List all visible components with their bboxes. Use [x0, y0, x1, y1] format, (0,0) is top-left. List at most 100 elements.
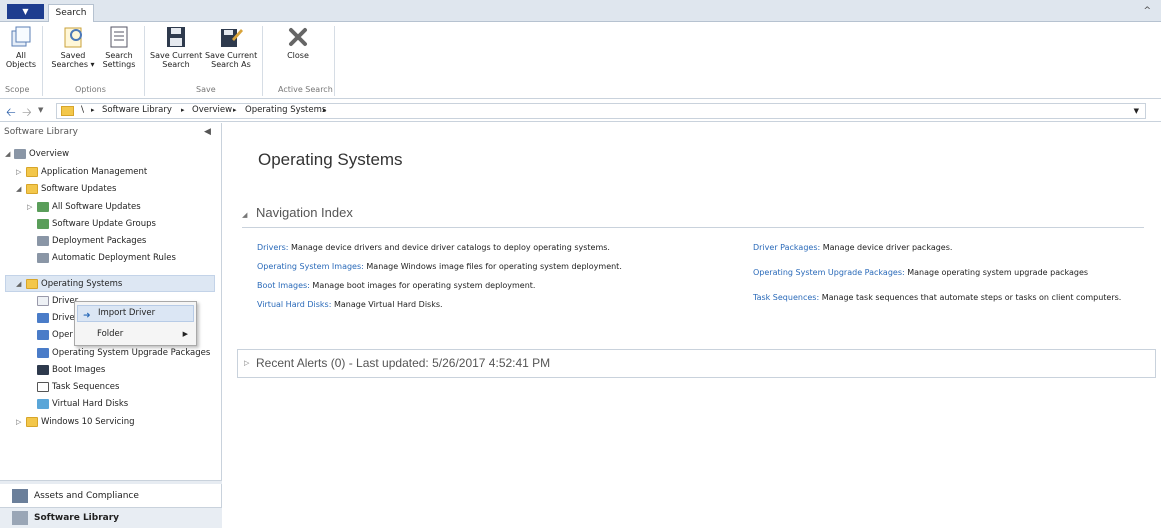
save-icon [167, 27, 185, 47]
task-sequence-icon [37, 381, 49, 392]
all-objects-button[interactable]: All Objects [4, 25, 38, 69]
link-os-images[interactable]: Operating System Images: [257, 262, 364, 271]
nav-entry-task-sequences: Task Sequences: Manage task sequences th… [753, 293, 1122, 302]
group-label-save: Save [196, 85, 216, 94]
path-root[interactable]: \ [81, 105, 84, 115]
path-dropdown-icon[interactable]: ▼ [1134, 107, 1139, 115]
driver-icon [37, 295, 49, 306]
close-search-button[interactable]: Close [280, 25, 316, 60]
expanded-arrow-icon[interactable]: ◢ [16, 185, 21, 193]
menu-item-folder[interactable]: Folder [77, 326, 194, 343]
collapsed-arrow-icon[interactable]: ▷ [27, 203, 32, 211]
collapsed-arrow-icon[interactable]: ▷ [16, 168, 21, 176]
menu-item-import-driver[interactable]: ➜ Import Driver [77, 305, 194, 322]
tree-item-software-update-groups[interactable]: Software Update Groups [37, 216, 156, 232]
navigation-index-title[interactable]: Navigation Index [256, 205, 353, 220]
tree-item-task-sequences[interactable]: Task Sequences [37, 379, 119, 395]
navigation-index-divider [242, 227, 1144, 228]
group-separator [144, 26, 145, 96]
tree-item-driver-packages[interactable]: Driver [37, 310, 78, 326]
workspace-assets-and-compliance[interactable]: Assets and Compliance [0, 486, 222, 506]
tree-item-drivers[interactable]: Driver [37, 293, 78, 309]
group-separator [42, 26, 43, 96]
collapse-pane-icon[interactable]: ◀ [204, 127, 211, 137]
os-image-icon [37, 329, 49, 340]
workspace-splitter[interactable] [0, 480, 222, 484]
save-current-search-as-button[interactable]: Save Current Search As [205, 25, 257, 69]
crumb-software-library[interactable]: Software Library [102, 105, 172, 115]
recent-alerts-title[interactable]: Recent Alerts (0) - Last updated: 5/26/2… [256, 356, 550, 370]
link-virtual-hard-disks[interactable]: Virtual Hard Disks: [257, 300, 331, 309]
forward-arrow-icon[interactable]: 🡢 [22, 103, 32, 124]
import-arrow-icon: ➜ [83, 311, 91, 321]
link-os-upgrade-packages[interactable]: Operating System Upgrade Packages: [753, 268, 905, 277]
app-menu-button[interactable]: ▼ [7, 4, 44, 19]
update-group-icon [37, 218, 49, 229]
tree-item-operating-system-images[interactable]: Oper [37, 327, 73, 343]
package-icon [37, 235, 49, 246]
collapsed-arrow-icon[interactable]: ▷ [16, 418, 21, 426]
address-bar: 🡠 🡢 ▼ \ ▸ Software Library ▸ Overview ▸ … [0, 100, 1161, 122]
rules-icon [37, 252, 49, 263]
expanded-arrow-icon[interactable]: ◢ [16, 280, 21, 288]
link-drivers[interactable]: Drivers: [257, 243, 288, 252]
group-label-active-search: Active Search [278, 85, 333, 94]
crumb-overview[interactable]: Overview [192, 105, 232, 115]
ribbon: All Objects Saved Searches ▾ Search Sett… [0, 22, 1161, 99]
expanded-arrow-icon[interactable]: ◢ [5, 150, 10, 158]
search-settings-button[interactable]: Search Settings [100, 25, 138, 69]
tree-item-operating-systems[interactable]: Operating Systems [26, 276, 122, 292]
group-separator [334, 26, 335, 96]
boot-image-icon [37, 364, 49, 375]
folder-icon [26, 183, 38, 194]
nav-entry-driver-packages: Driver Packages: Manage device driver pa… [753, 243, 953, 252]
assets-compliance-icon [12, 489, 28, 503]
nav-entry-virtual-hard-disks: Virtual Hard Disks: Manage Virtual Hard … [257, 300, 443, 309]
all-objects-icon [11, 26, 31, 47]
tree-item-os-upgrade-packages[interactable]: Operating System Upgrade Packages [37, 345, 210, 361]
content-pane: Operating Systems ◢ Navigation Index Dri… [223, 123, 1161, 528]
save-current-search-button[interactable]: Save Current Search [150, 25, 202, 69]
ribbon-tab-strip: ▼ Search ^ [0, 0, 1161, 23]
nav-entry-drivers: Drivers: Manage device drivers and devic… [257, 243, 610, 252]
search-settings-icon [110, 26, 128, 48]
software-updates-icon [37, 201, 49, 212]
navigation-pane-title: Software Library [4, 127, 79, 137]
folder-icon [26, 278, 38, 289]
context-menu: ➜ Import Driver Folder ▶ [74, 301, 197, 346]
tree-item-all-software-updates[interactable]: All Software Updates [37, 199, 141, 215]
tree-item-deployment-packages[interactable]: Deployment Packages [37, 233, 146, 249]
link-boot-images[interactable]: Boot Images: [257, 281, 310, 290]
nav-entry-os-images: Operating System Images: Manage Windows … [257, 262, 622, 271]
close-icon [289, 28, 307, 46]
submenu-arrow-icon: ▶ [182, 330, 188, 338]
path-separator-icon: ▸ [323, 106, 327, 114]
link-task-sequences[interactable]: Task Sequences: [753, 293, 819, 302]
nav-entry-os-upgrade-packages: Operating System Upgrade Packages: Manag… [753, 268, 1089, 277]
saved-searches-button[interactable]: Saved Searches ▾ [48, 25, 98, 69]
tree-item-software-updates[interactable]: Software Updates [26, 181, 116, 197]
address-path-box[interactable]: \ ▸ Software Library ▸ Overview ▸ Operat… [56, 103, 1146, 119]
crumb-operating-systems[interactable]: Operating Systems [245, 105, 326, 115]
back-arrow-icon[interactable]: 🡠 [6, 103, 16, 124]
tab-search[interactable]: Search [48, 4, 94, 23]
collapsed-arrow-icon[interactable]: ▷ [244, 359, 249, 367]
expanded-arrow-icon[interactable]: ◢ [242, 211, 247, 219]
tree-item-overview[interactable]: Overview [14, 146, 69, 162]
group-label-scope: Scope [5, 85, 30, 94]
minimize-ribbon-icon[interactable]: ^ [1143, 6, 1151, 16]
tree-item-application-management[interactable]: Application Management [26, 164, 147, 180]
tree-item-virtual-hard-disks[interactable]: Virtual Hard Disks [37, 396, 128, 412]
tree-item-automatic-deployment-rules[interactable]: Automatic Deployment Rules [37, 250, 176, 266]
tree-item-boot-images[interactable]: Boot Images [37, 362, 105, 378]
folder-icon [26, 166, 38, 177]
history-dropdown-icon[interactable]: ▼ [38, 106, 43, 114]
workspace-software-library[interactable]: Software Library [0, 507, 222, 528]
virtual-disk-icon [37, 398, 49, 409]
group-label-options: Options [75, 85, 106, 94]
group-separator [262, 26, 263, 96]
tree-item-windows-10-servicing[interactable]: Windows 10 Servicing [26, 414, 135, 430]
link-driver-packages[interactable]: Driver Packages: [753, 243, 820, 252]
save-as-icon [221, 29, 243, 47]
folder-icon [26, 416, 38, 427]
